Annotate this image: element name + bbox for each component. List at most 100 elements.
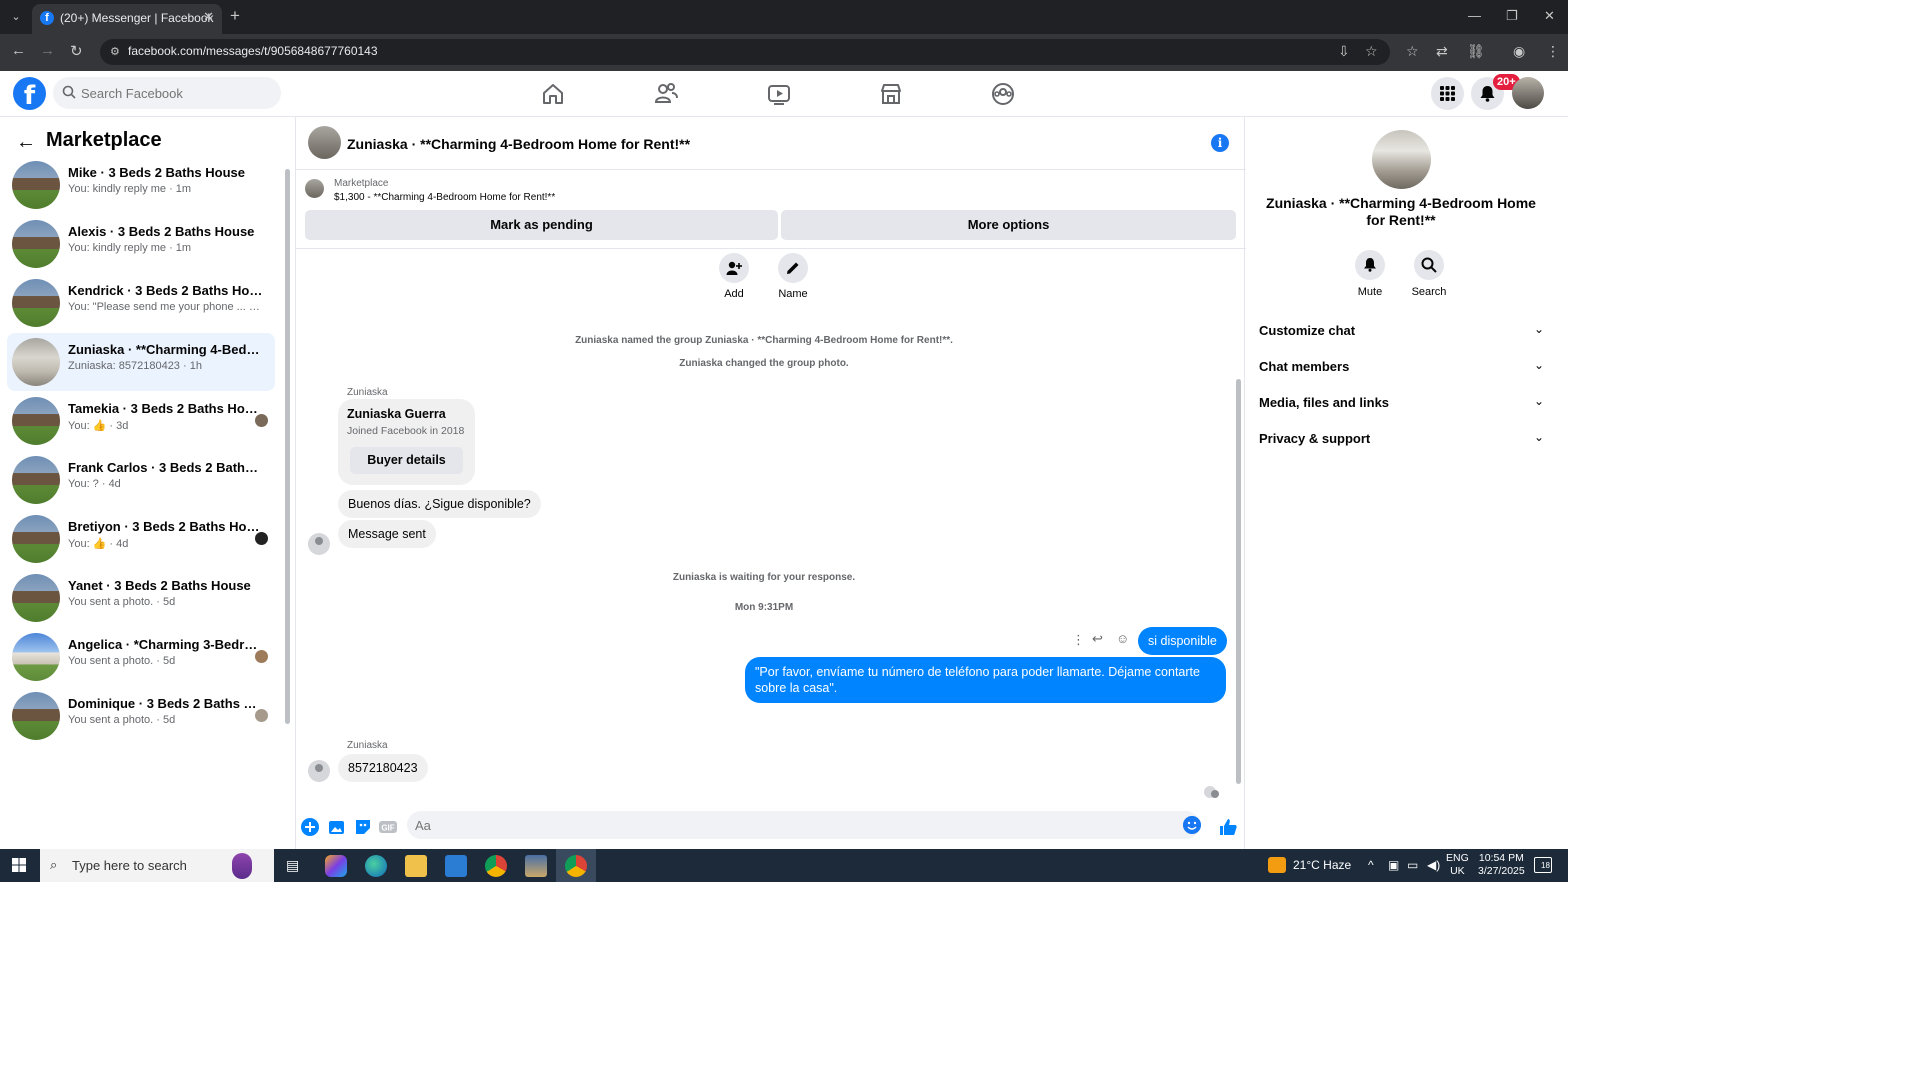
conversation-item[interactable]: Tamekia · 3 Beds 2 Baths House You: 👍 · … [7, 392, 275, 450]
tab-search-icon[interactable]: ⌄ [6, 7, 26, 27]
listing-thumbnail[interactable] [305, 179, 324, 198]
url-field[interactable]: ⚙ facebook.com/messages/t/90568486777601… [100, 39, 1390, 65]
info-icon[interactable]: i [1211, 134, 1229, 152]
message-input[interactable] [415, 811, 1175, 839]
marketplace-label: Marketplace [334, 178, 389, 189]
search-icon: ⌕ [50, 857, 58, 872]
tab-close-icon[interactable]: ✕ [203, 9, 214, 25]
bookmark-star-icon[interactable]: ☆ [1365, 43, 1378, 60]
conversation-item[interactable]: Kendrick · 3 Beds 2 Baths House You: "Pl… [7, 274, 275, 332]
privacy-support-section[interactable]: Privacy & support ⌄ [1259, 425, 1544, 453]
notification-center-icon[interactable]: 18 [1534, 857, 1552, 873]
conversation-item[interactable]: Dominique · 3 Beds 2 Baths H... You sent… [7, 687, 275, 745]
photo-icon[interactable] [327, 817, 347, 837]
incoming-message[interactable]: 8572180423 [338, 754, 428, 782]
search-input[interactable] [81, 77, 271, 109]
facebook-logo-icon[interactable]: f [13, 77, 46, 111]
store-icon[interactable] [445, 855, 467, 877]
ribbon-icon[interactable] [232, 853, 252, 879]
install-app-icon[interactable]: ⇩ [1338, 43, 1350, 60]
address-bar-row: ← → ↻ ⚙ facebook.com/messages/t/90568486… [0, 34, 1568, 71]
customize-chat-section[interactable]: Customize chat ⌄ [1259, 317, 1544, 345]
plus-icon[interactable] [300, 817, 320, 837]
sender-avatar[interactable] [308, 533, 330, 555]
window-close-icon[interactable]: ✕ [1544, 8, 1555, 24]
incoming-message[interactable]: Message sent [338, 520, 436, 548]
outgoing-message[interactable]: "Por favor, envíame tu número de teléfon… [745, 657, 1226, 703]
conversation-item[interactable]: Angelica · *Charming 3-Bedro... You sent… [7, 628, 275, 686]
mark-as-pending-button[interactable]: Mark as pending [305, 210, 778, 240]
buyer-details-button[interactable]: Buyer details [350, 447, 463, 474]
active-app-highlight[interactable] [556, 849, 596, 882]
incoming-message[interactable]: Buenos días. ¿Sigue disponible? [338, 490, 541, 518]
emoji-icon[interactable] [1183, 816, 1201, 834]
conversation-item[interactable]: Alexis · 3 Beds 2 Baths House You: kindl… [7, 215, 275, 273]
home-icon[interactable] [540, 81, 566, 107]
name-chat-action[interactable]: Name [763, 250, 823, 300]
tray-app-icon[interactable]: ▣ [1388, 858, 1399, 872]
profile-icon[interactable]: ◉ [1513, 43, 1525, 60]
task-view-icon[interactable]: ▤ [286, 857, 299, 874]
menu-grid-button[interactable] [1431, 77, 1464, 110]
chat-title[interactable]: Zuniaska · **Charming 4-Bedroom Home for… [347, 136, 690, 152]
chat-scrollbar[interactable] [1236, 379, 1241, 784]
gif-icon[interactable]: GIF [378, 817, 398, 837]
more-options-button[interactable]: More options [781, 210, 1236, 240]
listing-price-title[interactable]: $1,300 - **Charming 4-Bedroom Home for R… [334, 192, 555, 203]
add-people-action[interactable]: Add [704, 250, 764, 300]
chat-members-section[interactable]: Chat members ⌄ [1259, 353, 1544, 381]
volume-icon[interactable]: ◀) [1427, 858, 1440, 872]
language-indicator[interactable]: ENG UK [1446, 852, 1469, 878]
sticker-icon[interactable] [353, 817, 373, 837]
outgoing-message[interactable]: si disponible [1138, 627, 1227, 655]
search-in-conversation-action[interactable]: Search [1404, 250, 1454, 298]
restore-icon[interactable]: ❐ [1506, 8, 1518, 24]
back-arrow-icon[interactable]: ← [16, 131, 36, 154]
photos-icon[interactable] [525, 855, 547, 877]
buyer-profile-card: Zuniaska Guerra Joined Facebook in 2018 … [338, 399, 475, 485]
copilot-icon[interactable] [325, 855, 347, 877]
site-info-icon[interactable]: ⚙ [110, 45, 120, 58]
conversation-item[interactable]: Frank Carlos · 3 Beds 2 Baths Ho... You:… [7, 451, 275, 509]
conversation-item[interactable]: Bretiyon · 3 Beds 2 Baths House You: 👍 ·… [7, 510, 275, 568]
browser-tab[interactable]: f (20+) Messenger | Facebook ✕ [32, 4, 222, 34]
chrome-icon[interactable] [485, 855, 507, 877]
file-explorer-icon[interactable] [405, 855, 427, 877]
chrome-menu-icon[interactable]: ⋮ [1546, 43, 1560, 60]
network-icon[interactable]: ▭ [1407, 858, 1418, 872]
translate-icon[interactable]: ⇄ [1436, 43, 1448, 60]
account-avatar[interactable] [1512, 77, 1544, 109]
taskbar-search[interactable]: ⌕ Type here to search [40, 849, 274, 882]
windows-start-icon[interactable] [12, 858, 26, 872]
bookmarks-icon[interactable]: ☆ [1406, 43, 1419, 60]
tray-chevron-icon[interactable]: ^ [1368, 858, 1374, 872]
chat-avatar[interactable] [308, 126, 341, 159]
video-icon[interactable] [766, 81, 792, 107]
reload-icon[interactable]: ↻ [70, 42, 83, 60]
groups-icon[interactable] [990, 81, 1016, 107]
sender-avatar[interactable] [308, 760, 330, 782]
media-files-links-section[interactable]: Media, files and links ⌄ [1259, 389, 1544, 417]
clock[interactable]: 10:54 PM 3/27/2025 [1478, 852, 1525, 878]
more-actions-icon[interactable]: ⋮ [1072, 632, 1085, 648]
group-avatar[interactable] [1372, 130, 1431, 189]
conversation-item[interactable]: Mike · 3 Beds 2 Baths House You: kindly … [7, 156, 275, 214]
minimize-icon[interactable]: — [1468, 8, 1481, 23]
reply-icon[interactable]: ↩ [1092, 631, 1103, 647]
back-icon[interactable]: ← [11, 42, 26, 59]
link-icon[interactable]: ⛓ [1467, 43, 1485, 60]
mute-action[interactable]: Mute [1345, 250, 1395, 298]
conversation-item[interactable]: Yanet · 3 Beds 2 Baths House You sent a … [7, 569, 275, 627]
friends-icon[interactable] [653, 81, 679, 107]
message-input-box[interactable] [407, 811, 1201, 839]
thumbs-up-icon[interactable] [1218, 817, 1238, 837]
weather-text[interactable]: 21°C Haze [1293, 858, 1351, 872]
marketplace-icon[interactable] [878, 81, 904, 107]
conversation-list-scrollbar[interactable] [285, 169, 290, 724]
edge-icon[interactable] [365, 855, 387, 877]
facebook-search[interactable] [53, 77, 281, 109]
new-tab-icon[interactable]: + [230, 6, 240, 26]
conversation-item-active[interactable]: Zuniaska · **Charming 4-Bedroo... Zunias… [7, 333, 275, 391]
forward-icon[interactable]: → [40, 42, 55, 59]
react-emoji-icon[interactable]: ☺ [1116, 631, 1129, 646]
